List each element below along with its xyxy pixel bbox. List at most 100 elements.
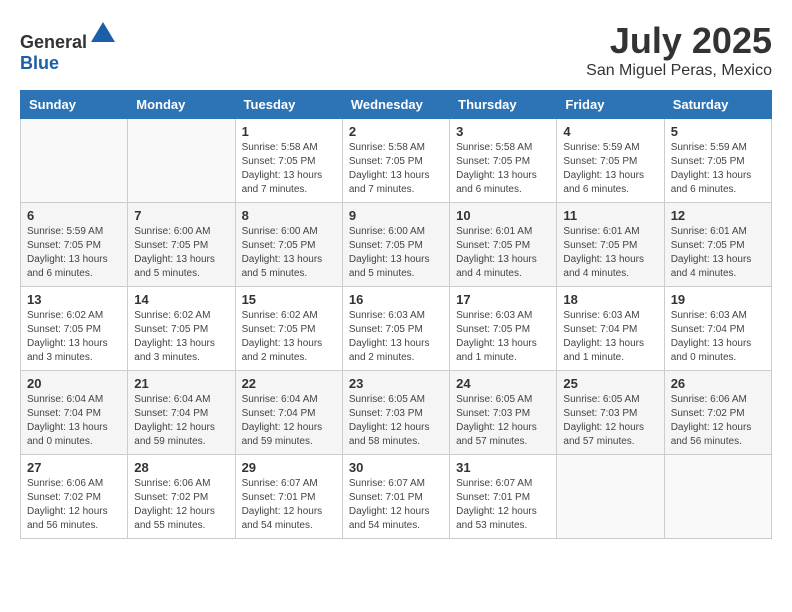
day-number: 19 [671, 292, 765, 307]
calendar-cell [128, 119, 235, 203]
calendar-cell: 28Sunrise: 6:06 AM Sunset: 7:02 PM Dayli… [128, 455, 235, 539]
day-number: 12 [671, 208, 765, 223]
day-number: 4 [563, 124, 657, 139]
day-number: 16 [349, 292, 443, 307]
calendar-table: SundayMondayTuesdayWednesdayThursdayFrid… [20, 90, 772, 539]
day-info: Sunrise: 6:03 AM Sunset: 7:04 PM Dayligh… [563, 309, 657, 365]
calendar-cell: 24 Sunrise: 6:05 AM Sunset: 7:03 PM Dayli… [450, 371, 557, 455]
calendar-cell: 21Sunrise: 6:04 AM Sunset: 7:04 PM Dayli… [128, 371, 235, 455]
calendar-cell: 5 Sunrise: 5:59 AM Sunset: 7:05 PM Daylig… [664, 119, 771, 203]
title-block: July 2025 San Miguel Peras, Mexico [586, 20, 772, 80]
day-info: Sunrise: 6:00 AM Sunset: 7:05 PM Dayligh… [242, 225, 336, 281]
logo-icon [89, 20, 117, 48]
day-info: Sunrise: 6:05 AM Sunset: 7:03 PM Dayligh… [456, 393, 550, 449]
day-number: 5 [671, 124, 765, 139]
calendar-cell: 16 Sunrise: 6:03 AM Sunset: 7:05 PM Dayli… [342, 287, 449, 371]
calendar-cell: 18 Sunrise: 6:03 AM Sunset: 7:04 PM Dayli… [557, 287, 664, 371]
weekday-header: Monday [128, 91, 235, 119]
logo: General Blue [20, 20, 117, 74]
day-info: Sunrise: 6:02 AM Sunset: 7:05 PM Dayligh… [134, 309, 228, 365]
day-number: 20 [27, 376, 121, 391]
day-info: Sunrise: 6:06 AM Sunset: 7:02 PM Dayligh… [27, 477, 121, 533]
calendar-week-row: 20 Sunrise: 6:04 AM Sunset: 7:04 PM Dayli… [21, 371, 772, 455]
day-info: Sunrise: 5:58 AM Sunset: 7:05 PM Dayligh… [456, 141, 550, 197]
day-info: Sunrise: 5:59 AM Sunset: 7:05 PM Dayligh… [671, 141, 765, 197]
day-number: 18 [563, 292, 657, 307]
calendar-cell: 31Sunrise: 6:07 AM Sunset: 7:01 PM Dayli… [450, 455, 557, 539]
day-info: Sunrise: 6:07 AM Sunset: 7:01 PM Dayligh… [349, 477, 443, 533]
location-title: San Miguel Peras, Mexico [586, 62, 772, 80]
day-number: 3 [456, 124, 550, 139]
day-number: 6 [27, 208, 121, 223]
day-number: 13 [27, 292, 121, 307]
day-number: 27 [27, 460, 121, 475]
month-title: July 2025 [586, 20, 772, 62]
page-header: General Blue July 2025 San Miguel Peras,… [20, 20, 772, 80]
calendar-cell: 22 Sunrise: 6:04 AM Sunset: 7:04 PM Dayli… [235, 371, 342, 455]
calendar-cell: 19Sunrise: 6:03 AM Sunset: 7:04 PM Dayli… [664, 287, 771, 371]
day-number: 24 [456, 376, 550, 391]
calendar-cell: 3 Sunrise: 5:58 AM Sunset: 7:05 PM Daylig… [450, 119, 557, 203]
calendar-cell [21, 119, 128, 203]
day-number: 2 [349, 124, 443, 139]
logo-blue: Blue [20, 53, 59, 73]
calendar-week-row: 13 Sunrise: 6:02 AM Sunset: 7:05 PM Dayli… [21, 287, 772, 371]
day-info: Sunrise: 6:00 AM Sunset: 7:05 PM Dayligh… [134, 225, 228, 281]
day-number: 10 [456, 208, 550, 223]
day-info: Sunrise: 6:02 AM Sunset: 7:05 PM Dayligh… [27, 309, 121, 365]
calendar-cell: 27 Sunrise: 6:06 AM Sunset: 7:02 PM Dayli… [21, 455, 128, 539]
calendar-cell: 1Sunrise: 5:58 AM Sunset: 7:05 PM Daylig… [235, 119, 342, 203]
weekday-header-row: SundayMondayTuesdayWednesdayThursdayFrid… [21, 91, 772, 119]
day-number: 26 [671, 376, 765, 391]
weekday-header: Wednesday [342, 91, 449, 119]
day-info: Sunrise: 6:01 AM Sunset: 7:05 PM Dayligh… [456, 225, 550, 281]
day-info: Sunrise: 6:07 AM Sunset: 7:01 PM Dayligh… [242, 477, 336, 533]
day-info: Sunrise: 5:58 AM Sunset: 7:05 PM Dayligh… [242, 141, 336, 197]
day-info: Sunrise: 6:01 AM Sunset: 7:05 PM Dayligh… [671, 225, 765, 281]
day-info: Sunrise: 6:06 AM Sunset: 7:02 PM Dayligh… [134, 477, 228, 533]
calendar-cell [557, 455, 664, 539]
day-number: 17 [456, 292, 550, 307]
day-info: Sunrise: 6:02 AM Sunset: 7:05 PM Dayligh… [242, 309, 336, 365]
day-info: Sunrise: 6:04 AM Sunset: 7:04 PM Dayligh… [27, 393, 121, 449]
day-number: 25 [563, 376, 657, 391]
day-number: 7 [134, 208, 228, 223]
calendar-week-row: 6Sunrise: 5:59 AM Sunset: 7:05 PM Daylig… [21, 203, 772, 287]
day-number: 14 [134, 292, 228, 307]
day-number: 15 [242, 292, 336, 307]
calendar-cell: 26Sunrise: 6:06 AM Sunset: 7:02 PM Dayli… [664, 371, 771, 455]
calendar-cell: 6Sunrise: 5:59 AM Sunset: 7:05 PM Daylig… [21, 203, 128, 287]
calendar-cell: 9Sunrise: 6:00 AM Sunset: 7:05 PM Daylig… [342, 203, 449, 287]
calendar-cell: 4 Sunrise: 5:59 AM Sunset: 7:05 PM Daylig… [557, 119, 664, 203]
weekday-header: Sunday [21, 91, 128, 119]
day-number: 22 [242, 376, 336, 391]
calendar-cell: 30Sunrise: 6:07 AM Sunset: 7:01 PM Dayli… [342, 455, 449, 539]
day-info: Sunrise: 6:01 AM Sunset: 7:05 PM Dayligh… [563, 225, 657, 281]
calendar-cell: 14 Sunrise: 6:02 AM Sunset: 7:05 PM Dayli… [128, 287, 235, 371]
calendar-cell: 13 Sunrise: 6:02 AM Sunset: 7:05 PM Dayli… [21, 287, 128, 371]
calendar-week-row: 27 Sunrise: 6:06 AM Sunset: 7:02 PM Dayli… [21, 455, 772, 539]
calendar-cell: 20 Sunrise: 6:04 AM Sunset: 7:04 PM Dayli… [21, 371, 128, 455]
day-info: Sunrise: 6:07 AM Sunset: 7:01 PM Dayligh… [456, 477, 550, 533]
day-number: 11 [563, 208, 657, 223]
day-info: Sunrise: 6:03 AM Sunset: 7:05 PM Dayligh… [349, 309, 443, 365]
day-info: Sunrise: 6:04 AM Sunset: 7:04 PM Dayligh… [242, 393, 336, 449]
day-number: 21 [134, 376, 228, 391]
calendar-cell: 25 Sunrise: 6:05 AM Sunset: 7:03 PM Dayli… [557, 371, 664, 455]
calendar-cell [664, 455, 771, 539]
calendar-cell: 29Sunrise: 6:07 AM Sunset: 7:01 PM Dayli… [235, 455, 342, 539]
calendar-week-row: 1Sunrise: 5:58 AM Sunset: 7:05 PM Daylig… [21, 119, 772, 203]
calendar-cell: 7 Sunrise: 6:00 AM Sunset: 7:05 PM Daylig… [128, 203, 235, 287]
weekday-header: Friday [557, 91, 664, 119]
weekday-header: Tuesday [235, 91, 342, 119]
calendar-cell: 11 Sunrise: 6:01 AM Sunset: 7:05 PM Dayli… [557, 203, 664, 287]
day-info: Sunrise: 6:05 AM Sunset: 7:03 PM Dayligh… [563, 393, 657, 449]
day-info: Sunrise: 5:59 AM Sunset: 7:05 PM Dayligh… [563, 141, 657, 197]
calendar-cell: 2Sunrise: 5:58 AM Sunset: 7:05 PM Daylig… [342, 119, 449, 203]
day-info: Sunrise: 6:03 AM Sunset: 7:05 PM Dayligh… [456, 309, 550, 365]
calendar-cell: 15 Sunrise: 6:02 AM Sunset: 7:05 PM Dayli… [235, 287, 342, 371]
day-number: 8 [242, 208, 336, 223]
calendar-cell: 17 Sunrise: 6:03 AM Sunset: 7:05 PM Dayli… [450, 287, 557, 371]
calendar-cell: 12 Sunrise: 6:01 AM Sunset: 7:05 PM Dayli… [664, 203, 771, 287]
calendar-cell: 10 Sunrise: 6:01 AM Sunset: 7:05 PM Dayli… [450, 203, 557, 287]
